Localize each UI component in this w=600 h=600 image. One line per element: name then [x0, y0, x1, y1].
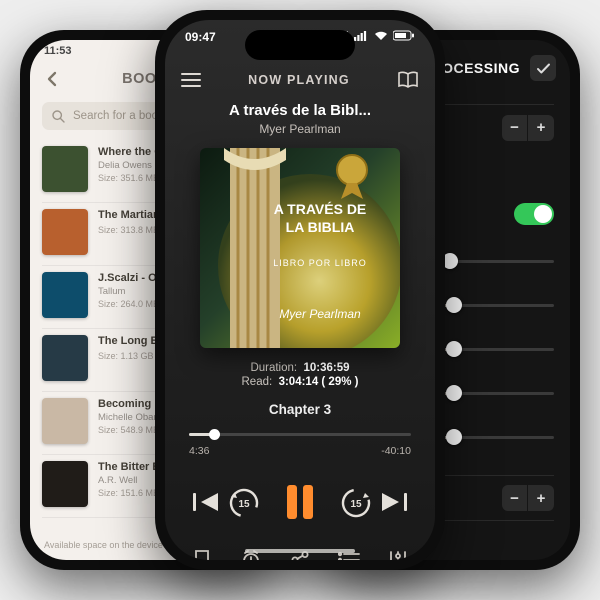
stepper-plus[interactable]: +	[528, 115, 554, 141]
album-art: A TRAVÉS DE LA BIBLIA LIBRO POR LIBRO My…	[200, 148, 400, 348]
bookmark-button[interactable]	[187, 547, 217, 560]
pause-icon	[277, 479, 323, 525]
remaining-time: -40:10	[381, 445, 411, 457]
prev-track-button[interactable]	[193, 491, 219, 513]
skip-next-icon	[381, 491, 407, 513]
stepper-minus[interactable]: −	[502, 115, 528, 141]
search-icon	[52, 110, 65, 123]
book-title: A través de la Bibl...	[187, 102, 413, 119]
pitch-stepper[interactable]: − +	[502, 485, 554, 511]
stepper-minus[interactable]: −	[502, 485, 528, 511]
duration-row: Duration: 10:36:59	[165, 362, 435, 374]
book-cover-thumb	[42, 272, 88, 318]
book-open-icon	[397, 71, 419, 89]
reader-button[interactable]	[397, 71, 419, 89]
now-playing-heading: NOW PLAYING	[248, 73, 350, 87]
book-author: Myer Pearlman	[187, 122, 413, 136]
search-placeholder: Search for a book	[73, 110, 164, 122]
forward-15-button[interactable]: 15	[339, 485, 373, 519]
progress-slider[interactable]	[189, 427, 411, 441]
speed-stepper[interactable]: − +	[502, 115, 554, 141]
list-icon	[338, 552, 360, 560]
svg-text:15: 15	[350, 499, 362, 510]
stepper-plus[interactable]: +	[528, 485, 554, 511]
menu-button[interactable]	[181, 73, 201, 87]
progress-row: Read: 3:04:14 ( 29% )	[165, 376, 435, 388]
clock-label: 11:53	[44, 45, 72, 57]
book-cover-thumb	[42, 398, 88, 444]
skip-previous-icon	[193, 491, 219, 513]
battery-icon	[393, 30, 415, 41]
home-indicator[interactable]	[245, 549, 355, 553]
elapsed-time: 4:36	[189, 445, 209, 457]
chapter-label: Chapter 3	[165, 402, 435, 417]
forward-15-icon: 15	[339, 485, 373, 519]
svg-text:LA BIBLIA: LA BIBLIA	[286, 219, 355, 235]
svg-text:Myer Pearlman: Myer Pearlman	[279, 307, 361, 321]
bookmark-icon	[194, 550, 210, 560]
rewind-15-icon: 15	[227, 485, 261, 519]
sliders-icon	[387, 551, 409, 560]
play-pause-button[interactable]	[269, 471, 331, 533]
svg-text:15: 15	[238, 499, 250, 510]
back-icon[interactable]	[42, 71, 60, 87]
clock-label: 09:47	[185, 30, 216, 44]
svg-text:A TRAVÉS DE: A TRAVÉS DE	[274, 201, 367, 217]
wifi-icon	[374, 31, 388, 41]
hamburger-icon	[181, 73, 201, 87]
next-track-button[interactable]	[381, 491, 407, 513]
book-cover-thumb	[42, 146, 88, 192]
equalizer-button[interactable]: 1.0x	[383, 547, 413, 560]
done-button[interactable]	[530, 55, 556, 81]
book-cover-thumb	[42, 461, 88, 507]
equalizer-toggle[interactable]	[514, 203, 554, 225]
book-cover-thumb	[42, 335, 88, 381]
dynamic-island	[245, 30, 355, 60]
check-icon	[536, 61, 551, 76]
rewind-15-button[interactable]: 15	[227, 485, 261, 519]
book-cover-thumb	[42, 209, 88, 255]
signal-icon	[354, 31, 369, 41]
svg-text:LIBRO POR LIBRO: LIBRO POR LIBRO	[273, 258, 367, 268]
phone-player: 09:47 NOW PLAYING A través de la B	[155, 10, 445, 570]
